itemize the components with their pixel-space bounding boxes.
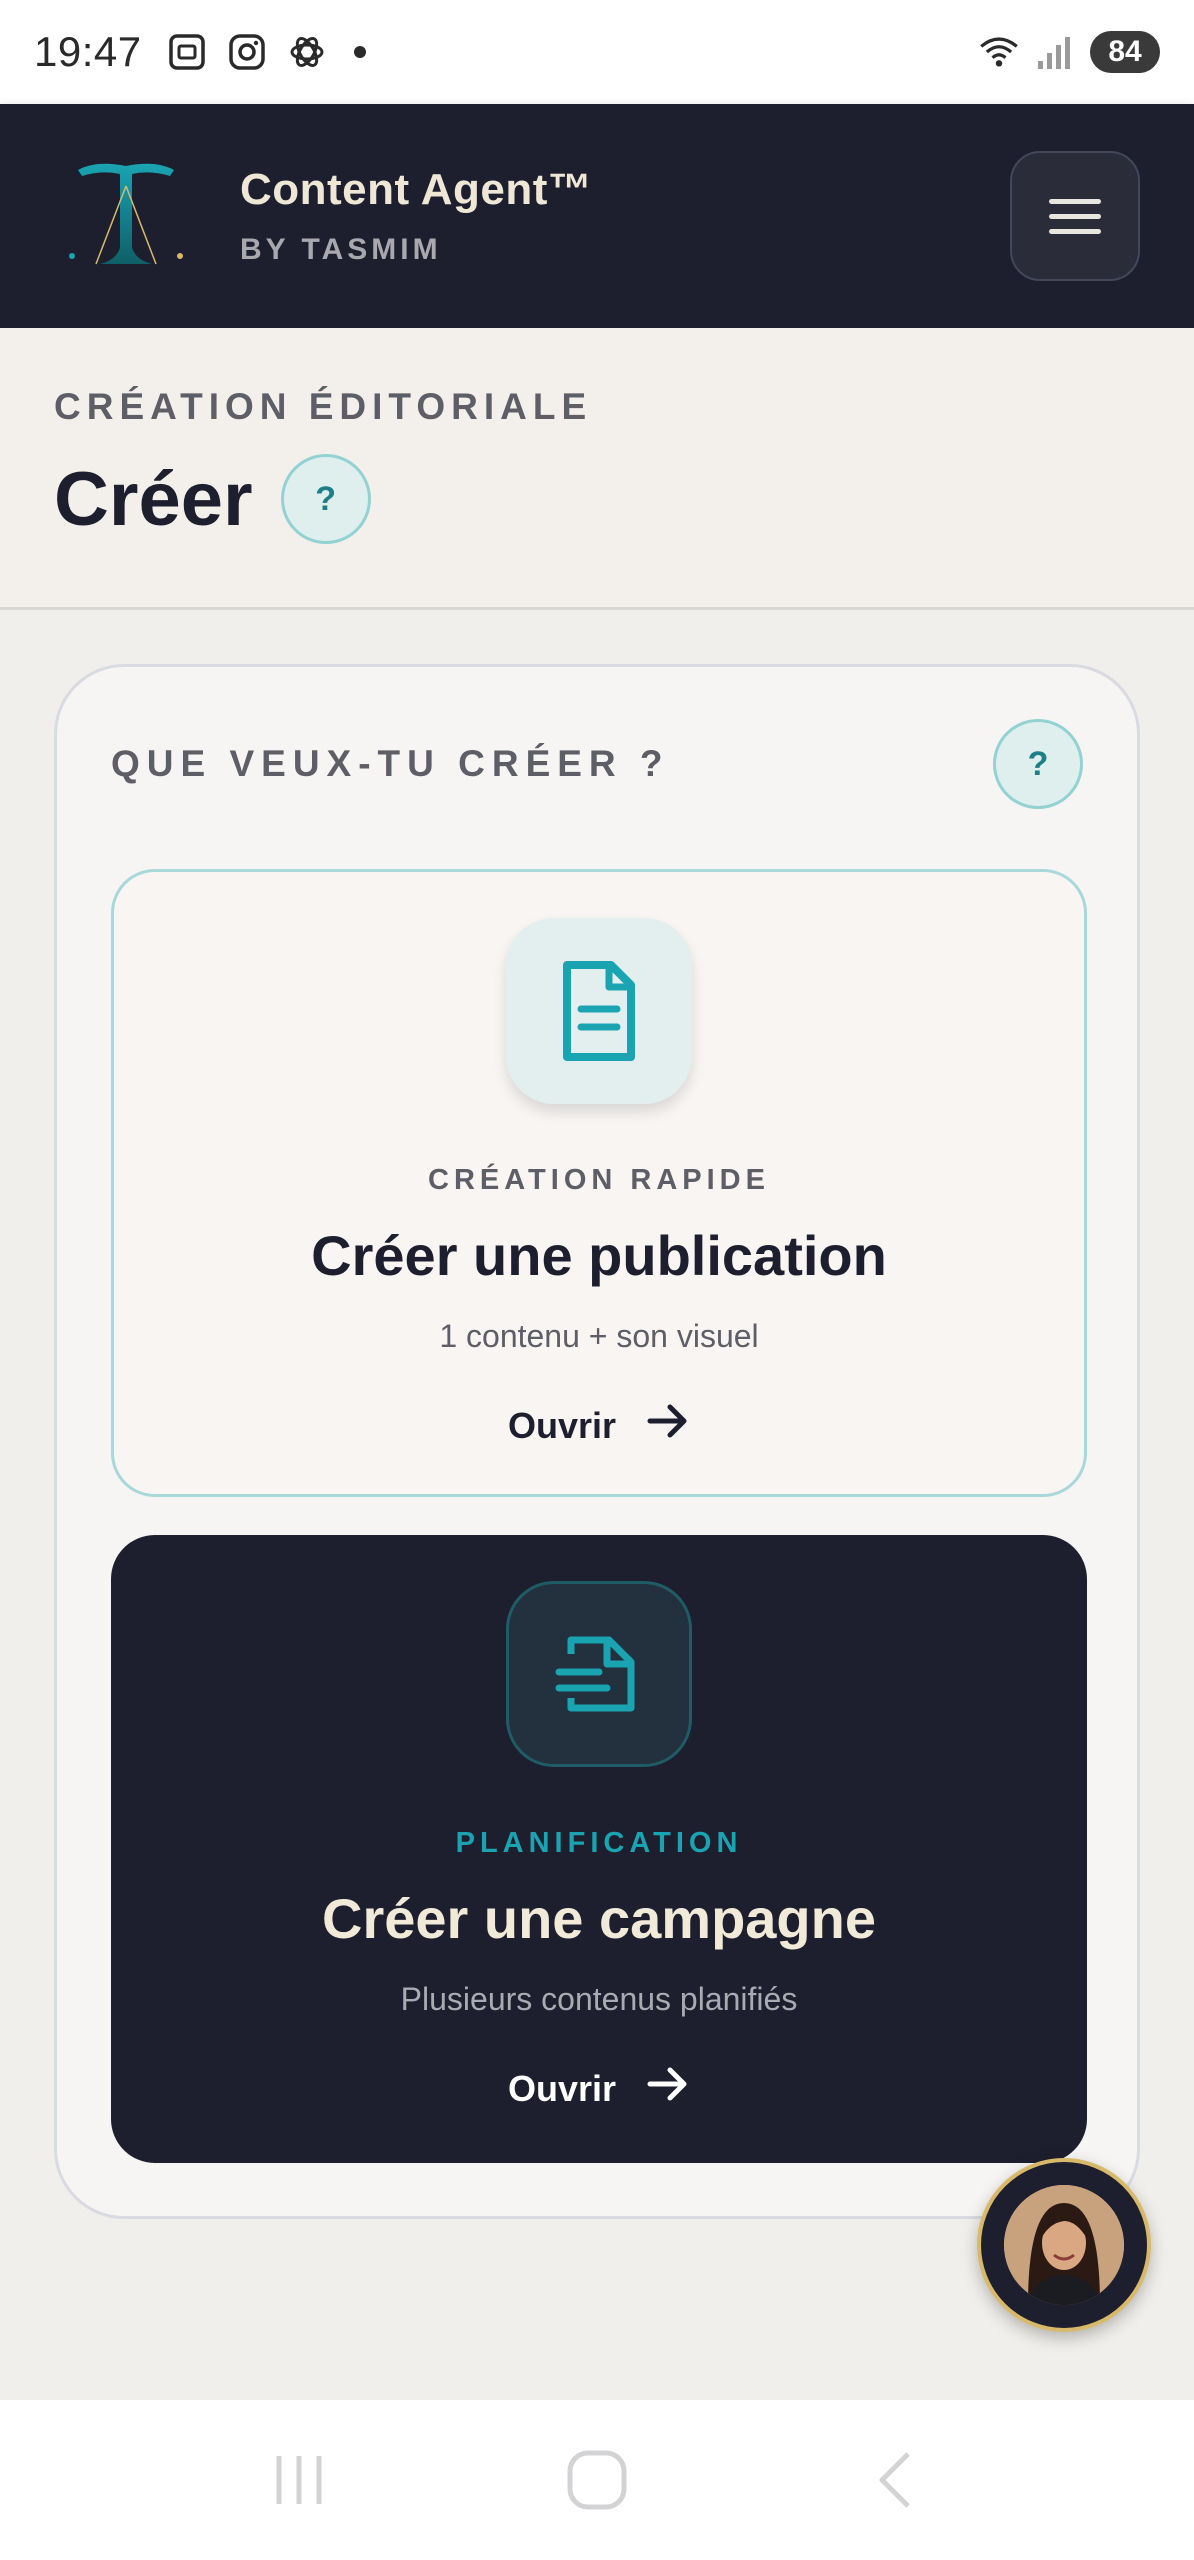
create-campaign-option[interactable]: PLANIFICATION Créer une campagne Plusieu… — [111, 1535, 1087, 2163]
publication-kicker: CRÉATION RAPIDE — [428, 1164, 770, 1196]
campaign-open-label: Ouvrir — [507, 2067, 617, 2109]
publication-description: 1 contenu + son visuel — [439, 1318, 759, 1354]
create-publication-option[interactable]: CRÉATION RAPIDE Créer une publication 1 … — [111, 869, 1087, 1497]
title-row: Créer ? — [54, 454, 1140, 544]
campaign-kicker: PLANIFICATION — [455, 1827, 743, 1859]
section-label: QUE VEUX-TU CRÉER ? — [111, 743, 670, 784]
openai-icon — [286, 31, 328, 73]
instagram-icon — [226, 31, 268, 73]
status-bar: 19:47 84 — [0, 0, 1194, 104]
publication-open-label: Ouvrir — [507, 1404, 617, 1446]
arrow-right-icon — [646, 1403, 690, 1448]
more-notifications-dot — [353, 46, 366, 58]
back-icon — [879, 2452, 910, 2508]
wifi-icon — [978, 31, 1020, 73]
page-eyebrow: CRÉATION ÉDITORIALE — [54, 386, 593, 427]
back-button[interactable] — [855, 2440, 935, 2520]
hamburger-menu-icon-line — [1049, 198, 1101, 204]
app-header: Content Agent™ BY TASMIM — [0, 104, 1194, 328]
section-header: QUE VEUX-TU CRÉER ? ? — [111, 719, 1083, 809]
section-help-button[interactable]: ? — [993, 719, 1083, 809]
status-system-icons: 84 — [978, 31, 1160, 73]
brand-title: Content Agent™ — [240, 165, 593, 214]
recents-icon — [276, 2456, 322, 2504]
hamburger-menu-icon-line — [1049, 228, 1101, 234]
status-time: 19:47 — [34, 28, 142, 75]
hamburger-menu-button[interactable] — [1010, 151, 1140, 281]
home-icon — [567, 2450, 627, 2510]
arrow-right-icon — [646, 2066, 690, 2111]
assistant-avatar-button[interactable] — [977, 2158, 1151, 2332]
campaign-document-icon — [506, 1581, 692, 1767]
campaign-open-link[interactable]: Ouvrir — [508, 2066, 690, 2111]
campaign-title: Créer une campagne — [322, 1887, 876, 1950]
signal-icon — [1034, 31, 1076, 73]
publication-title: Créer une publication — [311, 1224, 887, 1287]
page-heading: CRÉATION ÉDITORIALE Créer ? — [0, 328, 1194, 610]
status-notification-icons — [166, 31, 366, 73]
assistant-avatar — [1004, 2185, 1124, 2305]
recents-button[interactable] — [259, 2440, 339, 2520]
publication-open-link[interactable]: Ouvrir — [508, 1403, 690, 1448]
screenshot-icon — [166, 31, 208, 73]
brand-subtitle: BY TASMIM — [240, 233, 442, 266]
tasmim-logo-icon — [66, 156, 186, 276]
page-help-button[interactable]: ? — [280, 454, 371, 544]
create-options-card: QUE VEUX-TU CRÉER ? ? CRÉATION RAPIDE Cr… — [54, 664, 1140, 2219]
home-button[interactable] — [557, 2440, 637, 2520]
page-title: Créer — [54, 456, 253, 542]
brand: Content Agent™ BY TASMIM — [240, 165, 592, 267]
hamburger-menu-icon-line — [1049, 213, 1101, 219]
battery-indicator: 84 — [1090, 31, 1160, 73]
system-navigation-bar — [0, 2400, 1194, 2560]
document-icon — [506, 918, 692, 1104]
campaign-description: Plusieurs contenus planifiés — [400, 1981, 798, 2017]
